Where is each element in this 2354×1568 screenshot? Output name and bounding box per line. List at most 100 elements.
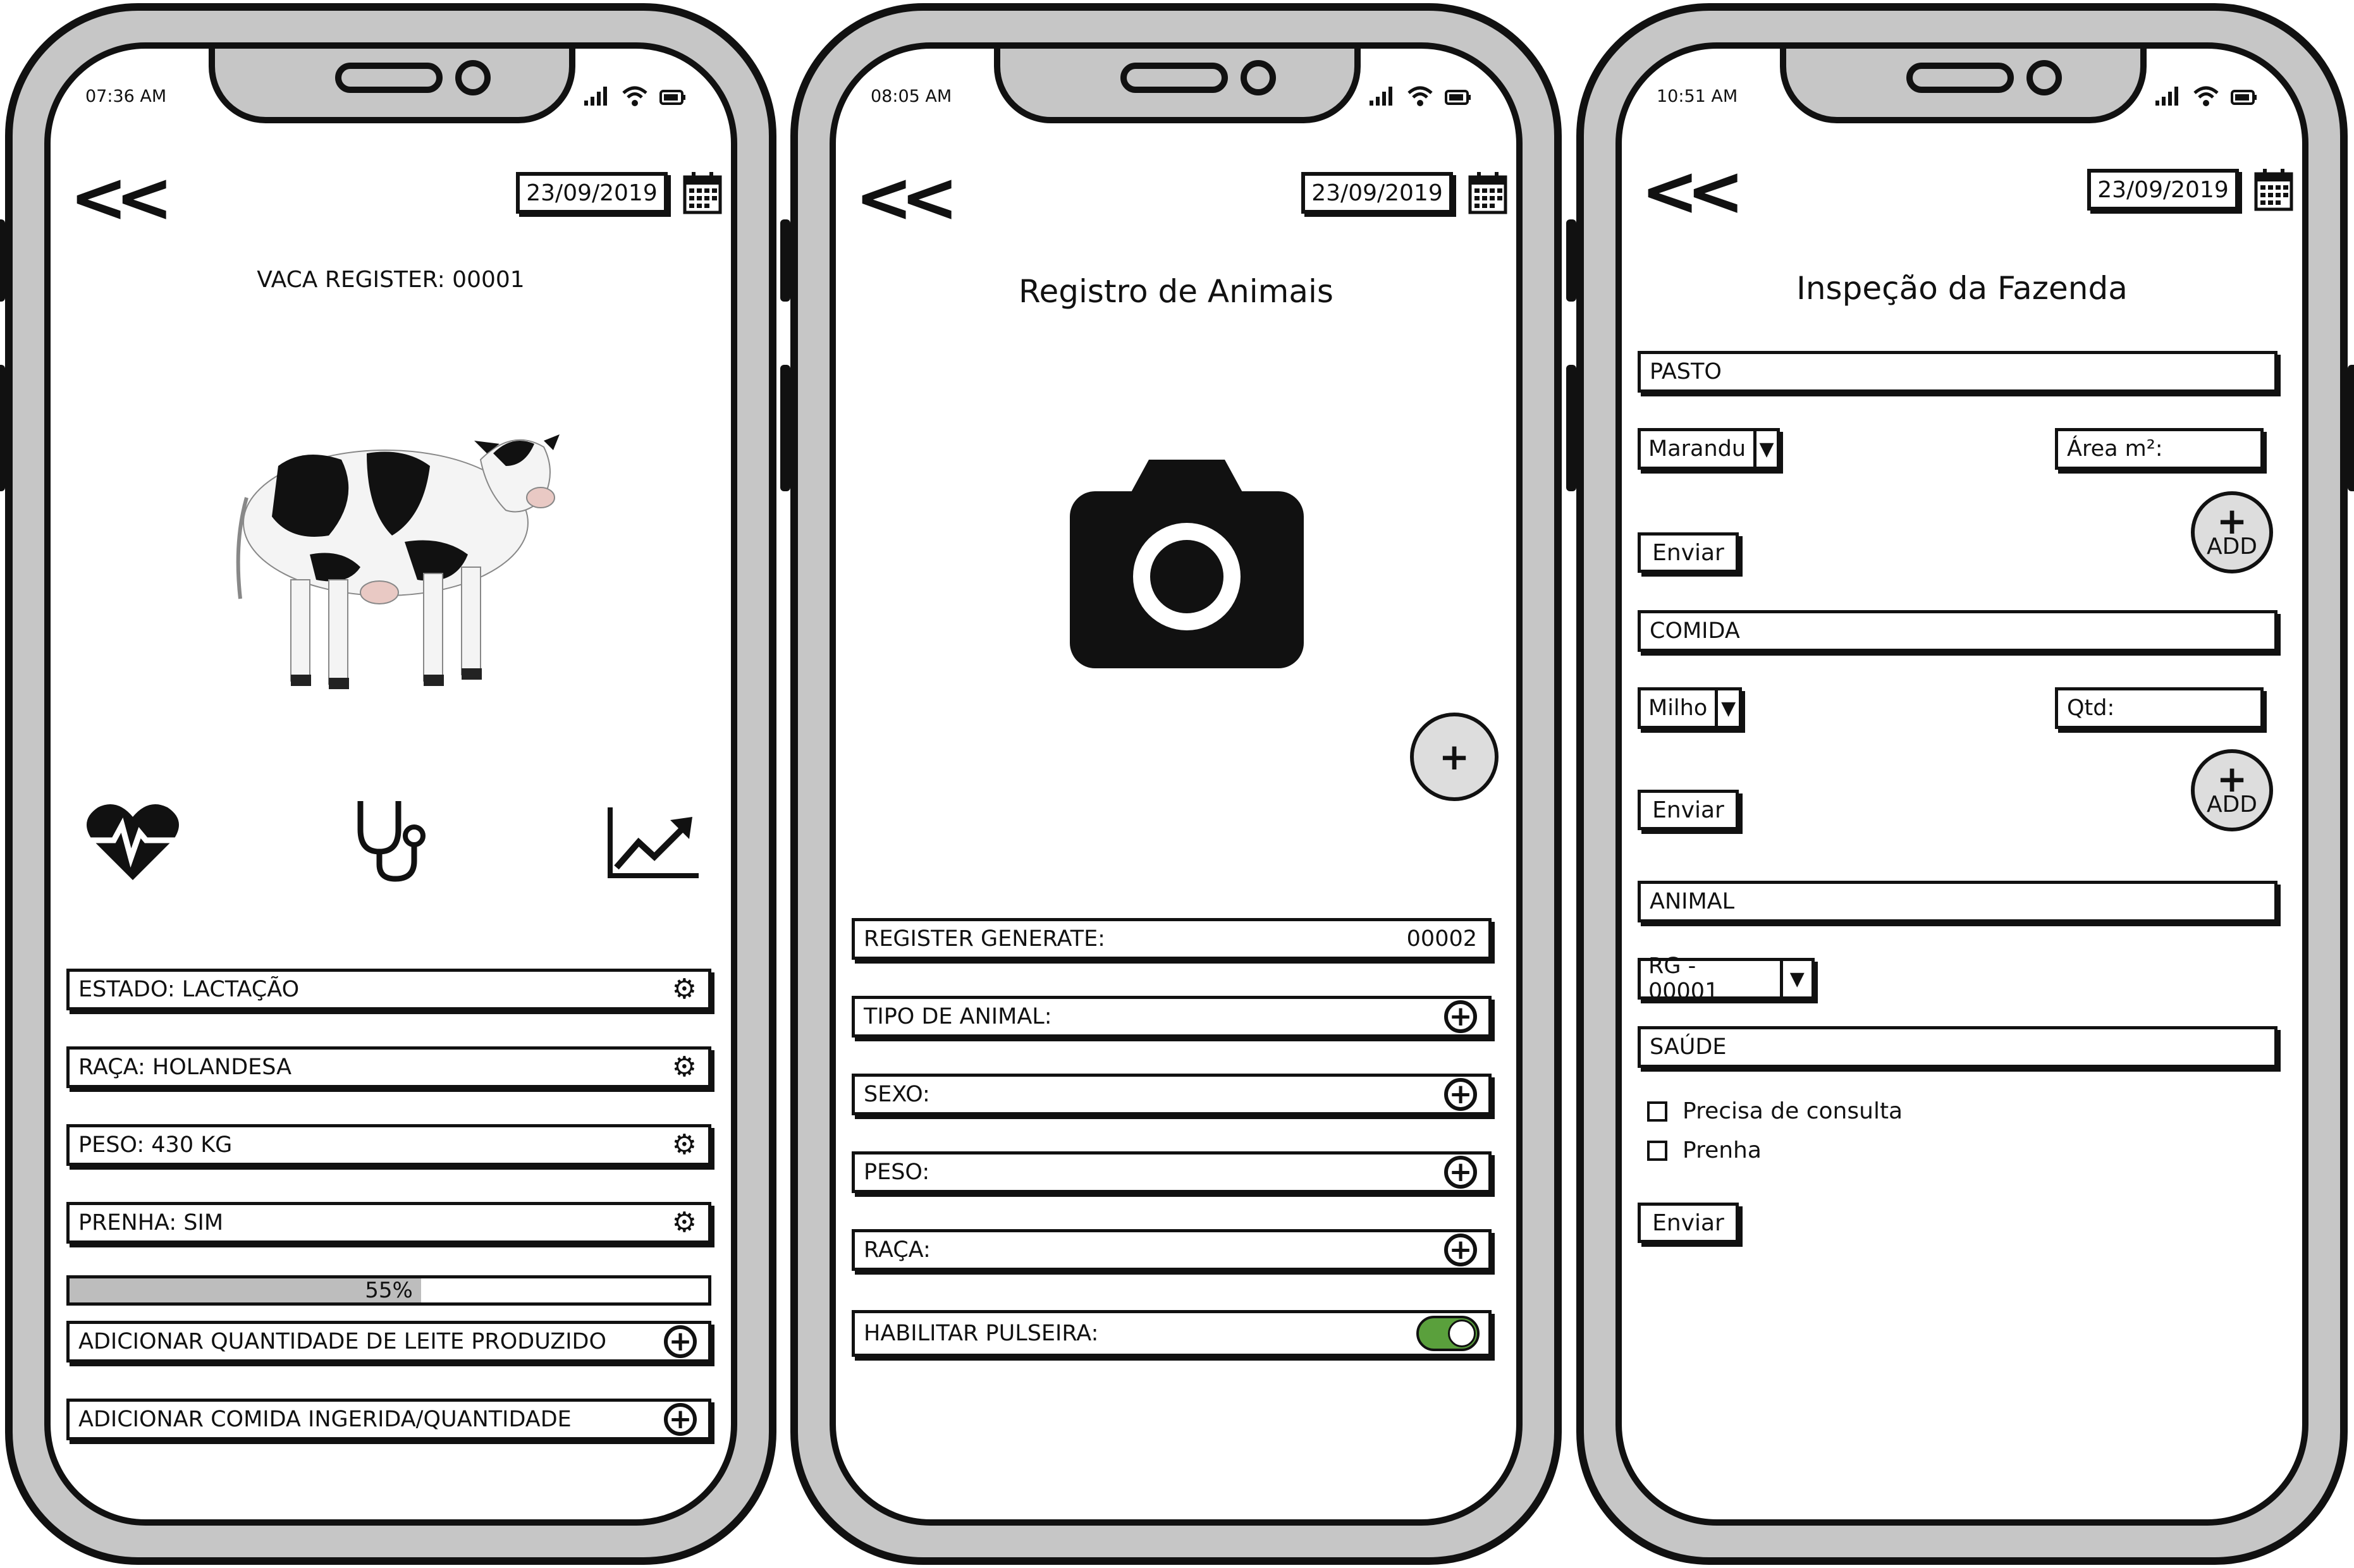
section-label: PASTO bbox=[1650, 359, 1722, 384]
enviar-comida-button[interactable]: Enviar bbox=[1638, 790, 1739, 830]
plus-circle-icon[interactable]: + bbox=[664, 1403, 697, 1436]
plus-circle-icon[interactable]: + bbox=[1444, 1078, 1477, 1111]
progress-bar: 55% bbox=[66, 1275, 711, 1306]
notch bbox=[209, 49, 575, 123]
side-button bbox=[1566, 365, 1576, 491]
plus-circle-icon[interactable]: + bbox=[1444, 1156, 1477, 1189]
phone-frame-1: 07:36 AM << 23/09/2019 VACA REGISTER: 00… bbox=[0, 3, 776, 1565]
speaker bbox=[1906, 63, 2014, 93]
date-field[interactable]: 23/09/2019 bbox=[1301, 172, 1453, 214]
gear-icon[interactable]: ⚙ bbox=[672, 1209, 697, 1237]
signal-icon bbox=[584, 87, 607, 106]
field-peso[interactable]: PESO: + bbox=[852, 1151, 1492, 1193]
speaker bbox=[335, 63, 443, 93]
enviar-pasto-button[interactable]: Enviar bbox=[1638, 532, 1739, 573]
chevron-down-icon[interactable]: ▼ bbox=[1715, 690, 1739, 726]
checkbox[interactable] bbox=[1647, 1101, 1667, 1122]
add-food-action[interactable]: ADICIONAR COMIDA INGERIDA/QUANTIDADE + bbox=[66, 1399, 711, 1440]
pulseira-toggle[interactable] bbox=[1416, 1316, 1480, 1351]
field-tipo-animal[interactable]: TIPO DE ANIMAL: + bbox=[852, 996, 1492, 1038]
add-photo-button[interactable]: + bbox=[1410, 713, 1499, 801]
back-button[interactable]: << bbox=[1641, 156, 1744, 226]
status-time: 10:51 AM bbox=[1657, 87, 1738, 106]
pasto-header: PASTO bbox=[1638, 351, 2277, 393]
field-habilitar-pulseira: HABILITAR PULSEIRA: bbox=[852, 1310, 1492, 1357]
status-icons bbox=[583, 84, 687, 107]
plus-icon: + bbox=[2216, 499, 2248, 542]
wifi-icon bbox=[622, 86, 647, 106]
chart-growth-icon[interactable] bbox=[607, 807, 699, 880]
date-field[interactable]: 23/09/2019 bbox=[2087, 169, 2239, 211]
calendar-icon[interactable] bbox=[2254, 169, 2293, 212]
side-button bbox=[0, 365, 5, 491]
heart-rate-icon[interactable] bbox=[85, 801, 180, 883]
calendar-icon[interactable] bbox=[683, 172, 722, 215]
add-milk-action[interactable]: ADICIONAR QUANTIDADE DE LEITE PRODUZIDO + bbox=[66, 1321, 711, 1363]
section-label: ANIMAL bbox=[1650, 889, 1735, 914]
gear-icon[interactable]: ⚙ bbox=[672, 1053, 697, 1081]
phone-frame-2: 08:05 AM << 23/09/2019 Registro de Anima… bbox=[780, 3, 1562, 1565]
section-label: COMIDA bbox=[1650, 618, 1740, 644]
status-time: 08:05 AM bbox=[871, 87, 952, 106]
check-precisa-consulta[interactable]: Precisa de consulta bbox=[1647, 1098, 1903, 1124]
front-camera bbox=[1241, 60, 1276, 95]
field-label: TIPO DE ANIMAL: bbox=[864, 1004, 1052, 1029]
qtd-input[interactable]: Qtd: bbox=[2055, 687, 2264, 729]
enviar-saude-button[interactable]: Enviar bbox=[1638, 1203, 1739, 1243]
field-estado[interactable]: ESTADO: LACTAÇÃO ⚙ bbox=[66, 969, 711, 1010]
camera-icon[interactable] bbox=[1070, 460, 1304, 668]
battery-icon bbox=[1445, 90, 1471, 105]
comida-select[interactable]: Milho ▼ bbox=[1638, 687, 1742, 729]
pasto-select[interactable]: Marandu ▼ bbox=[1638, 428, 1780, 470]
add-comida-button[interactable]: + ADD bbox=[2191, 749, 2273, 831]
gear-icon[interactable]: ⚙ bbox=[672, 976, 697, 1003]
chevron-down-icon[interactable]: ▼ bbox=[1753, 431, 1777, 467]
register-value: 00002 bbox=[1406, 926, 1477, 952]
signal-icon bbox=[2155, 87, 2178, 106]
input-placeholder: Área m²: bbox=[2067, 436, 2163, 462]
side-button bbox=[1566, 219, 1576, 302]
battery-icon bbox=[2231, 90, 2257, 105]
field-raca[interactable]: RAÇA: + bbox=[852, 1229, 1492, 1271]
select-value: Milho bbox=[1648, 695, 1708, 721]
action-label: ADICIONAR COMIDA INGERIDA/QUANTIDADE bbox=[78, 1407, 572, 1432]
section-label: SAÚDE bbox=[1650, 1034, 1727, 1060]
plus-circle-icon[interactable]: + bbox=[664, 1325, 697, 1358]
phone-screen-3: 10:51 AM << 23/09/2019 Inspeção da Fazen… bbox=[1615, 42, 2308, 1526]
wifi-icon bbox=[2193, 86, 2219, 106]
status-icons bbox=[2154, 84, 2258, 107]
back-button[interactable]: << bbox=[855, 162, 959, 232]
select-value: RG - 00001 bbox=[1648, 953, 1719, 1004]
field-label: RAÇA: HOLANDESA bbox=[78, 1055, 292, 1080]
select-value: Marandu bbox=[1648, 436, 1746, 462]
animal-select[interactable]: RG - 00001 ▼ bbox=[1638, 953, 1815, 1004]
plus-circle-icon[interactable]: + bbox=[1444, 1000, 1477, 1033]
check-prenha[interactable]: Prenha bbox=[1647, 1137, 1762, 1163]
field-prenha[interactable]: PRENHA: SIM ⚙ bbox=[66, 1202, 711, 1244]
status-icons bbox=[1368, 84, 1472, 107]
animal-header: ANIMAL bbox=[1638, 881, 2277, 922]
field-sexo[interactable]: SEXO: + bbox=[852, 1074, 1492, 1115]
plus-circle-icon[interactable]: + bbox=[1444, 1234, 1477, 1266]
area-input[interactable]: Área m²: bbox=[2055, 428, 2264, 470]
wifi-icon bbox=[1407, 86, 1433, 106]
back-button[interactable]: << bbox=[70, 162, 173, 232]
field-peso[interactable]: PESO: 430 KG ⚙ bbox=[66, 1124, 711, 1166]
field-raca[interactable]: RAÇA: HOLANDESA ⚙ bbox=[66, 1046, 711, 1088]
check-label: Prenha bbox=[1683, 1137, 1762, 1163]
checkbox[interactable] bbox=[1647, 1140, 1667, 1161]
stethoscope-icon[interactable] bbox=[354, 798, 430, 883]
progress-label: 55% bbox=[365, 1278, 413, 1303]
calendar-icon[interactable] bbox=[1468, 172, 1507, 215]
toggle-knob bbox=[1448, 1320, 1476, 1347]
front-camera bbox=[2026, 60, 2062, 95]
front-camera bbox=[455, 60, 491, 95]
check-label: Precisa de consulta bbox=[1683, 1098, 1903, 1124]
date-field[interactable]: 23/09/2019 bbox=[516, 172, 668, 214]
chevron-down-icon[interactable]: ▼ bbox=[1779, 961, 1812, 996]
gear-icon[interactable]: ⚙ bbox=[672, 1131, 697, 1159]
side-button bbox=[780, 365, 790, 491]
field-label: ESTADO: LACTAÇÃO bbox=[78, 977, 300, 1002]
add-pasto-button[interactable]: + ADD bbox=[2191, 491, 2273, 573]
side-button bbox=[780, 219, 790, 302]
